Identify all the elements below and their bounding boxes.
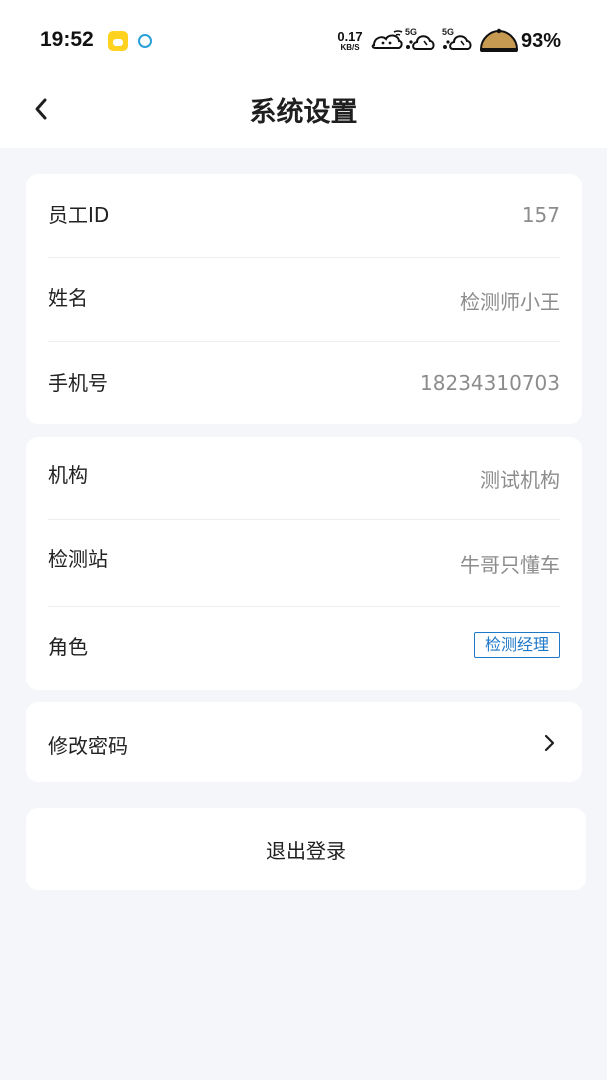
divider [48, 519, 560, 520]
employee-id-label: 员工ID [48, 203, 110, 227]
status-bar: 19:52 0.17 KB/S 5G 5G 93% [0, 0, 607, 80]
name-label: 姓名 [48, 286, 88, 310]
signal-5g-icon: 5G [404, 27, 436, 53]
employee-id-row: 员工ID 157 [48, 199, 560, 228]
chevron-right-icon [544, 734, 555, 752]
status-time: 19:52 [40, 28, 94, 51]
wifi-icon [371, 30, 403, 49]
organization-value: 测试机构 [480, 468, 560, 492]
station-row: 检测站 牛哥只懂车 [48, 543, 560, 578]
phone-value: 18234310703 [420, 371, 560, 395]
name-row: 姓名 检测师小王 [48, 282, 560, 315]
name-value: 检测师小王 [460, 290, 560, 314]
network-speed-value: 0.17 [337, 29, 363, 44]
app-notification-icon [108, 31, 128, 51]
change-password-content: 修改密码 [48, 730, 560, 759]
logout-label: 退出登录 [266, 838, 346, 863]
organization-label: 机构 [48, 463, 88, 487]
logout-button[interactable]: 退出登录 [26, 808, 586, 890]
role-badge: 检测经理 [473, 632, 560, 658]
divider [48, 606, 560, 607]
change-password-row[interactable]: 修改密码 [26, 702, 582, 782]
phone-row: 手机号 18234310703 [48, 367, 560, 396]
divider [48, 257, 560, 258]
change-password-label: 修改密码 [48, 734, 128, 758]
personal-info-card: 员工ID 157 姓名 检测师小王 手机号 18234310703 [26, 174, 582, 424]
station-value: 牛哥只懂车 [460, 553, 560, 577]
nav-bar: 系统设置 [0, 80, 607, 148]
page-title: 系统设置 [249, 97, 358, 128]
phone-label: 手机号 [48, 371, 108, 395]
signal-5g-icon-2: 5G [441, 27, 473, 53]
battery-percent: 93% [521, 30, 562, 52]
chat-notification-icon [138, 34, 152, 48]
battery-icon [479, 28, 519, 52]
network-speed: 0.17 KB/S [334, 30, 366, 52]
role-label: 角色 [48, 635, 88, 659]
employee-id-value: 157 [521, 203, 560, 227]
organization-card: 机构 测试机构 检测站 牛哥只懂车 角色 检测经理 [26, 437, 582, 690]
organization-row: 机构 测试机构 [48, 459, 560, 493]
network-speed-unit: KB/S [340, 43, 360, 52]
divider [48, 341, 560, 342]
station-label: 检测站 [48, 547, 108, 571]
